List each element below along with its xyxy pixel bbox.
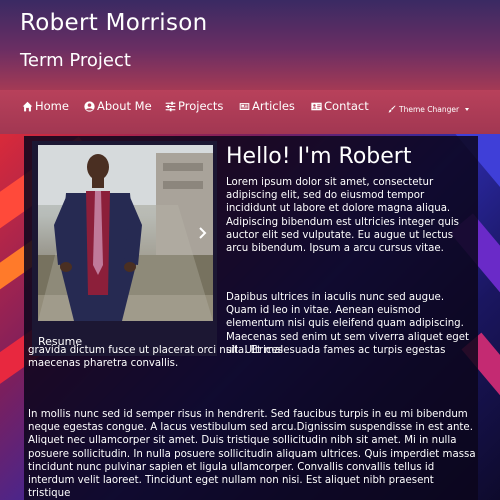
sliders-icon: [165, 101, 176, 111]
second-paragraph-end: gravida dictum fusce ut placerat orci nu…: [28, 345, 446, 370]
image-carousel: [32, 141, 217, 356]
nav-about-label: About Me: [97, 99, 152, 113]
nav-articles-label: Articles: [252, 99, 295, 113]
third-paragraph: In mollis nunc sed id semper risus in he…: [28, 409, 476, 500]
home-icon: [22, 101, 33, 111]
carousel-next-button[interactable]: [196, 224, 210, 242]
profile-photo: [38, 145, 213, 321]
nav-item-projects[interactable]: Projects: [165, 95, 223, 117]
theme-changer-label: Theme Changer: [399, 104, 460, 114]
nav-contact-label: Contact: [324, 99, 369, 113]
chevron-down-icon: [465, 107, 470, 111]
address-card-icon: [311, 102, 322, 110]
nav-item-contact[interactable]: Contact: [311, 95, 369, 117]
site-subtitle: Term Project: [20, 50, 131, 71]
nav-item-home[interactable]: Home: [22, 95, 69, 117]
nav-item-about[interactable]: About Me: [84, 95, 152, 117]
chevron-right-icon: [199, 227, 207, 239]
site-header: Robert Morrison Term Project: [0, 0, 500, 90]
page-heading: Hello! I'm Robert: [226, 144, 412, 169]
nav-home-label: Home: [35, 99, 69, 113]
theme-changer-dropdown[interactable]: Theme Changer: [388, 101, 470, 117]
site-title: Robert Morrison: [20, 10, 208, 36]
brush-icon: [388, 105, 396, 113]
nav-projects-label: Projects: [178, 99, 224, 113]
intro-paragraph: Lorem ipsum dolor sit amet, consectetur …: [226, 177, 459, 255]
nav-item-articles[interactable]: Articles: [239, 95, 295, 117]
newspaper-icon: [239, 102, 250, 110]
user-circle-icon: [84, 100, 95, 112]
